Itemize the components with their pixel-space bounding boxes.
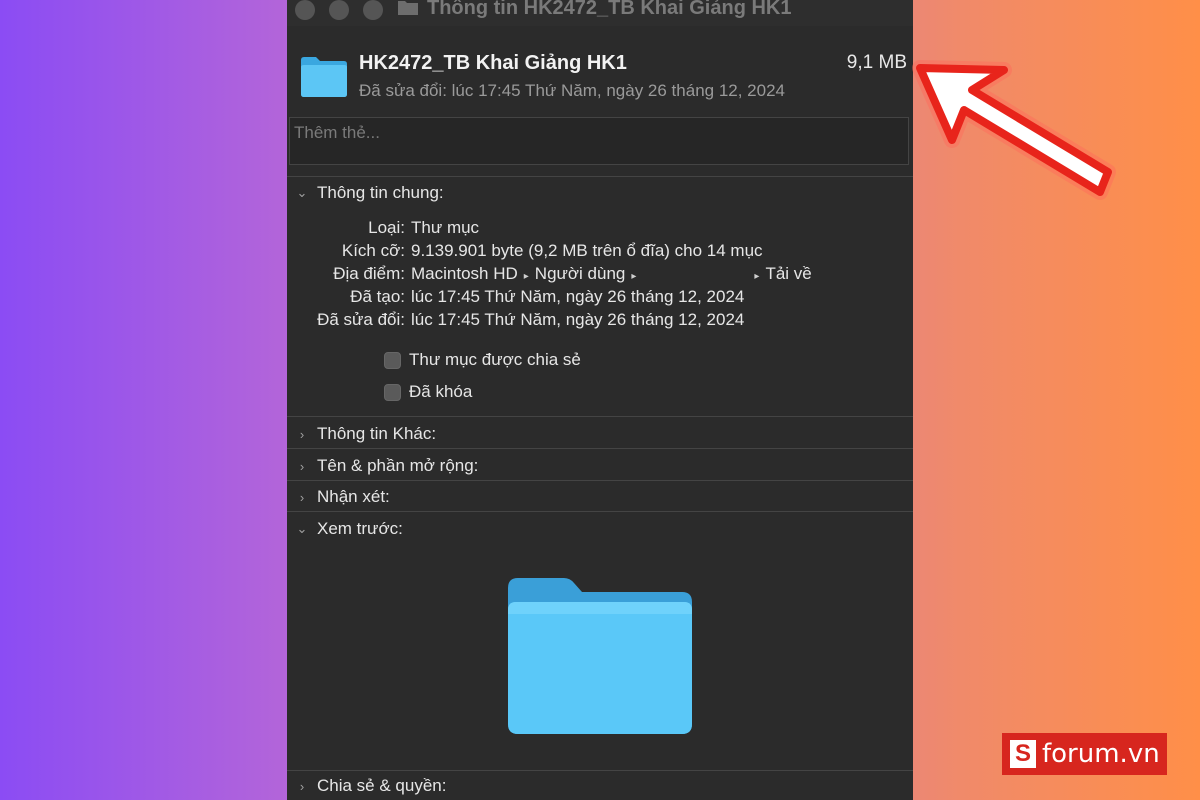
logo-mark: S (1010, 740, 1036, 768)
brand-text: forum.vn (1042, 739, 1160, 769)
annotation-arrow-icon (912, 60, 1116, 200)
brand-logo: S forum.vn (1002, 733, 1167, 775)
